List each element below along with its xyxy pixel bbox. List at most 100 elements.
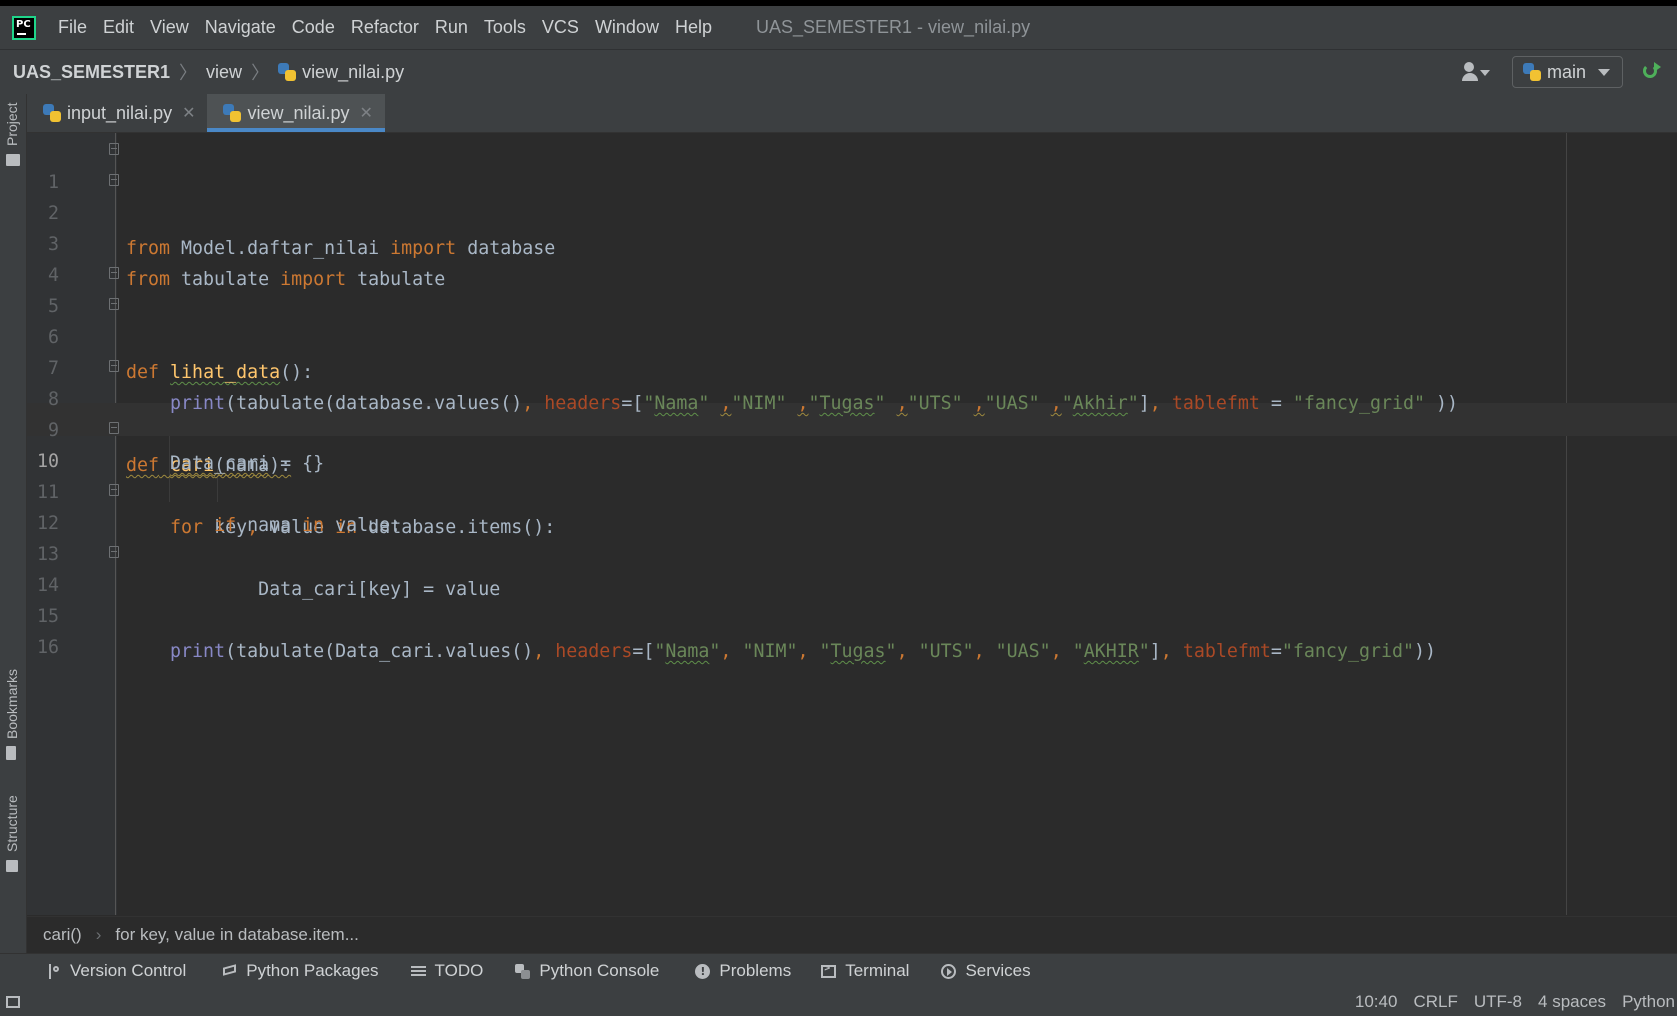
menu-edit[interactable]: Edit	[103, 17, 134, 38]
tab-label: view_nilai.py	[247, 102, 350, 123]
tab-label: input_nilai.py	[67, 102, 173, 123]
menu-navigate[interactable]: Navigate	[205, 17, 276, 38]
menu-help[interactable]: Help	[675, 17, 712, 38]
python-packages-button[interactable]: Python Packages	[222, 961, 378, 981]
todo-button[interactable]: TODO	[410, 961, 484, 981]
status-bar: 10:40 CRLF UTF-8 4 spaces Python	[0, 988, 1677, 1016]
code-line: 13	[27, 505, 1677, 565]
python-console-button[interactable]: Python Console	[515, 961, 659, 981]
breadcrumb-separator: 〉	[251, 63, 270, 83]
folder-icon	[6, 154, 20, 166]
menu-file[interactable]: File	[58, 17, 87, 38]
code-line: 4	[27, 226, 1677, 286]
list-icon	[410, 964, 426, 979]
structure-tool-button[interactable]: Structure	[4, 795, 20, 852]
fold-marker-icon[interactable]	[109, 143, 119, 155]
tool-label: Python Console	[539, 961, 660, 980]
menu-window[interactable]: Window	[595, 17, 659, 38]
menu-bar: File Edit View Navigate Code Refactor Ru…	[0, 6, 1677, 49]
bookmark-icon	[6, 746, 16, 760]
caret-position[interactable]: 10:40	[1355, 992, 1398, 1012]
code-line: 6 print(tabulate(database.values(), head…	[27, 288, 1677, 414]
chevron-down-icon	[1598, 68, 1610, 76]
editor-tab-bar: input_nilai.py ✕ view_nilai.py ✕	[27, 94, 1677, 133]
code-line: 3	[27, 195, 1677, 255]
tool-label: Problems	[719, 961, 792, 980]
breadcrumb-separator: ›	[95, 925, 102, 944]
services-icon	[941, 963, 957, 979]
python-file-icon	[223, 104, 242, 122]
code-line: 12 Data_cari[key] = value	[27, 474, 1677, 600]
menu-tools[interactable]: Tools	[484, 17, 526, 38]
code-breadcrumbs: cari() › for key, value in database.item…	[27, 916, 1677, 953]
bookmarks-tool-button[interactable]: Bookmarks	[4, 669, 20, 739]
tool-label: Terminal	[845, 961, 910, 980]
code-editor[interactable]: 1 from Model.daftar_nilai import databas…	[27, 133, 1677, 915]
code-line: 9 Data_cari = {}	[27, 381, 1677, 474]
code-line: 16	[27, 598, 1677, 658]
user-account-icon[interactable]	[1461, 62, 1492, 82]
close-icon[interactable]: ✕	[182, 103, 195, 123]
tool-windows-toggle-icon[interactable]	[6, 996, 20, 1008]
run-configuration-dropdown[interactable]: main	[1511, 56, 1623, 88]
menu-vcs[interactable]: VCS	[542, 17, 579, 38]
line-separator[interactable]: CRLF	[1413, 992, 1457, 1012]
indent-setting[interactable]: 4 spaces	[1538, 992, 1606, 1012]
breadcrumb-project[interactable]: UAS_SEMESTER1	[13, 62, 170, 83]
tool-label: Services	[965, 961, 1031, 980]
python-file-icon	[43, 104, 61, 122]
breadcrumb-folder[interactable]: view	[206, 62, 242, 83]
navigation-bar: UAS_SEMESTER1 〉 view 〉 view_nilai.py mai…	[0, 49, 1677, 95]
code-line: 7	[27, 319, 1677, 379]
code-line: 10 for key, value in database.items():	[27, 412, 1677, 538]
line-number: 16	[36, 637, 59, 658]
code-line: 8 def cari(nama):	[27, 350, 1677, 476]
window-title: UAS_SEMESTER1 - view_nilai.py	[756, 17, 1031, 37]
fold-marker-icon[interactable]	[109, 174, 119, 186]
python-icon	[1522, 63, 1541, 81]
crumb-function[interactable]: cari()	[43, 925, 82, 945]
python-file-icon	[278, 63, 297, 81]
tool-label: Python Packages	[246, 961, 379, 980]
crumb-statement[interactable]: for key, value in database.item...	[115, 925, 358, 945]
code-line-text: print(tabulate(Data_cari.values(), heade…	[170, 641, 1436, 662]
structure-icon	[6, 860, 18, 872]
code-line: 1 from Model.daftar_nilai import databas…	[27, 133, 1677, 259]
branch-icon	[46, 963, 61, 979]
fold-marker-icon[interactable]	[109, 484, 119, 496]
menu-run[interactable]: Run	[435, 17, 468, 38]
file-encoding[interactable]: UTF-8	[1474, 992, 1522, 1012]
interpreter[interactable]: Python	[1622, 992, 1675, 1012]
rerun-icon[interactable]	[1641, 61, 1663, 83]
menu-view[interactable]: View	[150, 17, 189, 38]
version-control-button[interactable]: Version Control	[46, 961, 186, 981]
tool-label: TODO	[434, 961, 484, 980]
python-console-icon	[515, 963, 531, 979]
tool-label: Version Control	[70, 961, 187, 980]
run-config-label: main	[1546, 61, 1586, 82]
menu-code[interactable]: Code	[292, 17, 335, 38]
breadcrumb-separator: 〉	[179, 63, 198, 83]
terminal-icon	[821, 963, 837, 979]
left-tool-stripe: Project Bookmarks Structure	[0, 94, 27, 984]
services-button[interactable]: Services	[941, 961, 1031, 981]
fold-marker-icon[interactable]	[109, 546, 119, 558]
project-tool-button[interactable]: Project	[4, 102, 20, 146]
tab-input-nilai[interactable]: input_nilai.py ✕	[27, 94, 207, 132]
tab-view-nilai[interactable]: view_nilai.py ✕	[207, 94, 386, 132]
fold-marker-icon[interactable]	[109, 360, 119, 372]
code-line: 2 from tabulate import tabulate	[27, 164, 1677, 290]
terminal-button[interactable]: Terminal	[821, 961, 909, 981]
fold-marker-icon[interactable]	[109, 422, 119, 434]
fold-marker-icon[interactable]	[109, 298, 119, 310]
pycharm-logo-icon	[12, 15, 36, 40]
code-line: 14 print(tabulate(Data_cari.values(), he…	[27, 536, 1677, 662]
close-icon[interactable]: ✕	[360, 103, 373, 123]
problems-button[interactable]: Problems	[695, 961, 791, 981]
breadcrumb-file[interactable]: view_nilai.py	[302, 62, 404, 83]
code-line: 15	[27, 567, 1677, 627]
tool-window-bar: Version Control Python Packages TODO Pyt…	[0, 953, 1677, 988]
warning-icon	[695, 963, 711, 979]
menu-refactor[interactable]: Refactor	[351, 17, 419, 38]
fold-marker-icon[interactable]	[109, 267, 119, 279]
